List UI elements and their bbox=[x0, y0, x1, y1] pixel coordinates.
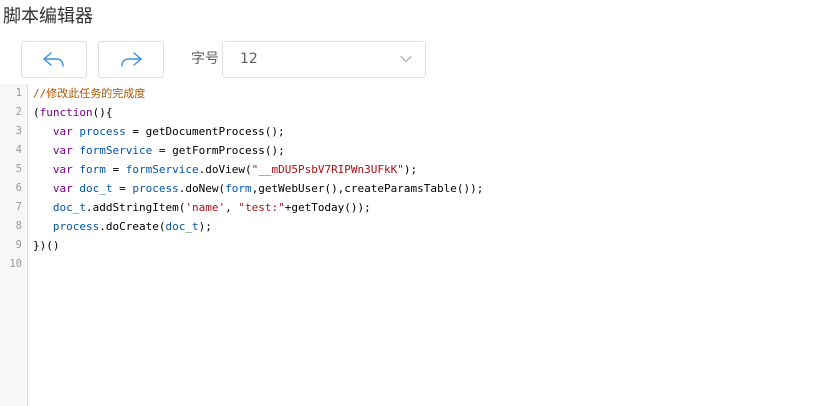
code-token: form bbox=[79, 163, 106, 176]
code-token: 'name' bbox=[185, 201, 226, 214]
code-token: var bbox=[52, 144, 73, 157]
code-token: process bbox=[79, 125, 126, 138]
code-token: ,getWebUser(),createParamsTable()); bbox=[251, 182, 484, 195]
line-number: 5 bbox=[15, 163, 22, 175]
line-number: 4 bbox=[15, 144, 22, 156]
code-token: .doView( bbox=[198, 163, 252, 176]
code-line: var doc_t = process.doNew(form,getWebUse… bbox=[33, 179, 484, 198]
code-line: })() bbox=[33, 236, 60, 255]
code-token: "test:" bbox=[238, 201, 285, 214]
editor-toolbar: 字号 12 bbox=[21, 41, 431, 78]
code-editor[interactable]: 1 2 3 4 5 6 7 8 9 10 //修改此任务的完成度 (function(){ var … bbox=[0, 84, 831, 406]
code-line: var form = formService.doView("__mDU5Psb… bbox=[33, 160, 417, 179]
undo-button[interactable] bbox=[21, 41, 87, 78]
code-token: process bbox=[52, 220, 100, 233]
chevron-down-icon bbox=[400, 55, 412, 63]
code-token: process bbox=[132, 182, 179, 195]
code-token: form bbox=[225, 182, 252, 195]
code-area[interactable]: //修改此任务的完成度 (function(){ var process = ge… bbox=[33, 84, 831, 406]
redo-icon bbox=[121, 51, 142, 67]
code-token: = bbox=[105, 163, 126, 176]
code-line: process.doCreate(doc_t); bbox=[33, 217, 212, 236]
redo-button[interactable] bbox=[98, 41, 164, 78]
line-number-gutter: 1 2 3 4 5 6 7 8 9 10 bbox=[0, 84, 28, 406]
code-token: = getFormProcess(); bbox=[152, 144, 285, 157]
code-token: "__mDU5PsbV7RIPWn3UFkK" bbox=[251, 163, 404, 176]
code-token: doc_t bbox=[79, 182, 113, 195]
code-token: .doNew( bbox=[178, 182, 226, 195]
code-line: var formService = getFormProcess(); bbox=[33, 141, 285, 160]
code-token: var bbox=[52, 125, 73, 138]
code-line: //修改此任务的完成度 bbox=[33, 84, 145, 103]
code-token: formService bbox=[125, 163, 199, 176]
code-token: +getToday()); bbox=[284, 201, 371, 214]
code-token: = bbox=[112, 182, 133, 195]
code-token: })() bbox=[33, 239, 60, 252]
undo-icon bbox=[43, 51, 64, 67]
line-number: 10 bbox=[9, 258, 22, 270]
code-line: doc_t.addStringItem('name', "test:"+getT… bbox=[33, 198, 371, 217]
code-token: doc_t bbox=[165, 220, 199, 233]
code-line: var process = getDocumentProcess(); bbox=[33, 122, 285, 141]
code-token: formService bbox=[79, 144, 153, 157]
line-number: 3 bbox=[15, 125, 22, 137]
line-number: 6 bbox=[15, 182, 22, 194]
code-token: var bbox=[52, 182, 73, 195]
line-number: 7 bbox=[15, 201, 22, 213]
font-size-label: 字号 bbox=[191, 51, 219, 67]
code-token: ( bbox=[33, 106, 40, 119]
code-token: .doCreate( bbox=[99, 220, 166, 233]
code-token: function bbox=[39, 106, 93, 119]
code-token: //修改此任务的完成度 bbox=[33, 87, 146, 100]
code-token: doc_t bbox=[52, 201, 86, 214]
code-token: = getDocumentProcess(); bbox=[125, 125, 285, 138]
font-size-value: 12 bbox=[240, 51, 258, 67]
line-number: 8 bbox=[15, 220, 22, 232]
line-number: 2 bbox=[15, 106, 22, 118]
code-token: , bbox=[225, 201, 239, 214]
page-title: 脚本编辑器 bbox=[3, 6, 93, 27]
code-token: .addStringItem( bbox=[86, 201, 186, 214]
code-token: ); bbox=[403, 163, 418, 176]
line-number: 1 bbox=[15, 87, 22, 99]
code-token: var bbox=[52, 163, 73, 176]
code-token: ); bbox=[198, 220, 212, 233]
font-size-select[interactable]: 12 bbox=[222, 41, 426, 78]
line-number: 9 bbox=[15, 239, 22, 251]
code-token: (){ bbox=[92, 106, 113, 119]
code-line: (function(){ bbox=[33, 103, 112, 122]
